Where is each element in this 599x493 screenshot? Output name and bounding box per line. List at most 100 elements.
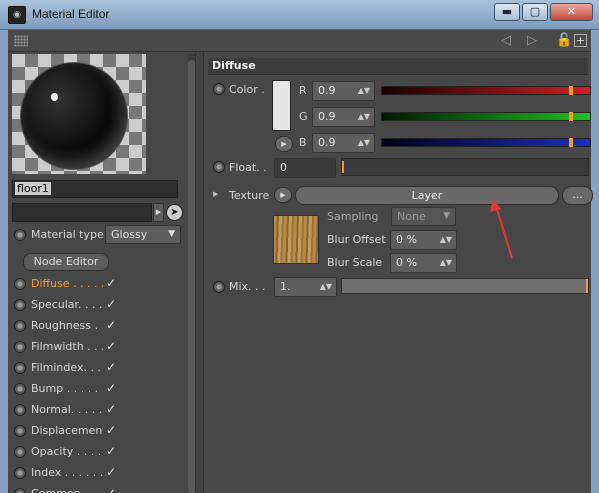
mix-value-field[interactable]: 1. ▲▼ <box>274 277 337 297</box>
material-link-field[interactable] <box>12 203 152 222</box>
node-editor-button[interactable]: Node Editor <box>23 253 109 271</box>
channel-row[interactable]: Bump . . . . . . . .✓ <box>12 379 188 400</box>
material-name-field[interactable]: floor1 <box>12 180 178 198</box>
float-slider-marker[interactable] <box>342 161 344 173</box>
mix-slider-marker[interactable] <box>586 279 588 293</box>
float-radio[interactable] <box>213 161 225 173</box>
mix-radio[interactable] <box>213 281 225 293</box>
channel-row[interactable]: Diffuse . . . . . .✓ <box>12 274 188 295</box>
material-preview[interactable] <box>12 54 146 174</box>
channel-checkbox[interactable]: ✓ <box>106 486 116 493</box>
channel-checkbox[interactable]: ✓ <box>106 339 116 353</box>
left-scrollbar-thumb[interactable] <box>188 60 195 493</box>
channel-row[interactable]: Filmwidth . . . . .✓ <box>12 337 188 358</box>
channel-label[interactable]: Bump . . . . . . . . <box>31 382 103 395</box>
channel-label[interactable]: Filmindex. . . . . . <box>31 361 103 374</box>
channel-radio[interactable] <box>14 383 26 395</box>
g-slider-marker[interactable] <box>569 112 573 121</box>
channel-checkbox[interactable]: ✓ <box>106 318 116 332</box>
left-panel: floor1 ▶ ➤ Material type Glossy ▼ Node E… <box>8 52 196 493</box>
channel-row[interactable]: Common . . . . . .✓ <box>12 484 188 493</box>
lock-icon[interactable]: 🔓 <box>556 33 572 49</box>
channel-checkbox[interactable]: ✓ <box>106 276 116 290</box>
channel-row[interactable]: Roughness . . . . .✓ <box>12 316 188 337</box>
channel-row[interactable]: Normal. . . . . . . .✓ <box>12 400 188 421</box>
channel-label[interactable]: Opacity . . . . . . <box>31 445 103 458</box>
mix-slider[interactable] <box>341 278 589 294</box>
material-type-dropdown[interactable]: Glossy ▼ <box>105 225 181 244</box>
sampling-label: Sampling <box>327 210 379 223</box>
channel-checkbox[interactable]: ✓ <box>106 360 116 374</box>
arrow-left-icon[interactable]: ◁ <box>498 33 514 49</box>
channel-radio[interactable] <box>14 488 26 493</box>
channel-label[interactable]: Filmwidth . . . . . <box>31 340 103 353</box>
g-value-field[interactable]: 0.9 ▲▼ <box>312 107 375 127</box>
preview-sphere <box>20 62 128 170</box>
b-value-field[interactable]: 0.9 ▲▼ <box>312 133 375 153</box>
texture-expand-icon[interactable]: ▶ <box>213 190 218 198</box>
spinner-icon[interactable]: ▲▼ <box>358 134 370 152</box>
texture-arrow-button[interactable]: ▶ <box>274 187 292 203</box>
channel-checkbox[interactable]: ✓ <box>106 444 116 458</box>
arrow-right-icon[interactable]: ▷ <box>524 33 540 49</box>
channel-label[interactable]: Normal. . . . . . . . <box>31 403 103 416</box>
r-slider-marker[interactable] <box>569 86 573 95</box>
r-value-field[interactable]: 0.9 ▲▼ <box>312 81 375 101</box>
channel-row[interactable]: Opacity . . . . . .✓ <box>12 442 188 463</box>
left-scrollbar[interactable] <box>188 54 195 493</box>
blur-scale-field[interactable]: 0 % ▲▼ <box>390 253 457 273</box>
spinner-icon[interactable]: ▲▼ <box>358 108 370 126</box>
color-expand-button[interactable]: ▶ <box>275 136 293 152</box>
texture-label: Texture <box>229 189 270 202</box>
channel-label[interactable]: Roughness . . . . . <box>31 319 103 332</box>
channel-radio[interactable] <box>14 467 26 479</box>
channel-checkbox[interactable]: ✓ <box>106 423 116 437</box>
blur-offset-field[interactable]: 0 % ▲▼ <box>390 230 457 250</box>
b-slider-marker[interactable] <box>569 138 573 147</box>
channel-radio[interactable] <box>14 320 26 332</box>
close-button[interactable]: ✕ <box>550 3 593 21</box>
g-slider[interactable] <box>381 112 591 121</box>
r-slider[interactable] <box>381 86 591 95</box>
channel-row[interactable]: Displacement ✓ <box>12 421 188 442</box>
channel-radio[interactable] <box>14 425 26 437</box>
sampling-dropdown[interactable]: None ▼ <box>391 207 456 226</box>
channel-radio[interactable] <box>14 341 26 353</box>
channel-checkbox[interactable]: ✓ <box>106 381 116 395</box>
channel-label[interactable]: Specular. . . . . . <box>31 298 103 311</box>
channel-radio[interactable] <box>14 404 26 416</box>
texture-thumbnail[interactable] <box>273 215 319 264</box>
new-window-icon[interactable]: + <box>574 34 587 47</box>
color-swatch[interactable] <box>272 80 291 131</box>
spinner-icon[interactable]: ▲▼ <box>440 254 452 272</box>
float-slider[interactable] <box>341 158 589 176</box>
texture-layer-button[interactable]: Layer <box>295 186 559 205</box>
channel-row[interactable]: Specular. . . . . .✓ <box>12 295 188 316</box>
spinner-icon[interactable]: ▲▼ <box>320 278 332 296</box>
channel-row[interactable]: Filmindex. . . . . .✓ <box>12 358 188 379</box>
channel-checkbox[interactable]: ✓ <box>106 465 116 479</box>
channel-label[interactable]: Common . . . . . . <box>31 487 103 493</box>
channel-checkbox[interactable]: ✓ <box>106 297 116 311</box>
spinner-icon[interactable]: ▲▼ <box>440 231 452 249</box>
grip-icon[interactable] <box>14 35 28 47</box>
material-type-radio[interactable] <box>14 229 26 241</box>
b-slider[interactable] <box>381 138 591 147</box>
float-value-field[interactable]: 0 <box>274 158 336 178</box>
link-arrow-button[interactable]: ▶ <box>153 203 164 222</box>
channel-radio[interactable] <box>14 446 26 458</box>
maximize-button[interactable]: ▢ <box>522 3 548 21</box>
channel-radio[interactable] <box>14 362 26 374</box>
channel-row[interactable]: Index . . . . . . . .✓ <box>12 463 188 484</box>
channel-radio[interactable] <box>14 299 26 311</box>
channel-label[interactable]: Index . . . . . . . . <box>31 466 103 479</box>
spinner-icon[interactable]: ▲▼ <box>358 82 370 100</box>
color-radio[interactable] <box>213 83 225 95</box>
picker-icon[interactable]: ➤ <box>166 204 183 221</box>
texture-more-button[interactable]: ... <box>562 186 593 205</box>
channel-label[interactable]: Diffuse . . . . . . <box>31 277 103 290</box>
channel-radio[interactable] <box>14 278 26 290</box>
minimize-button[interactable]: ▬ <box>494 3 520 21</box>
channel-checkbox[interactable]: ✓ <box>106 402 116 416</box>
channel-label[interactable]: Displacement <box>31 424 103 437</box>
